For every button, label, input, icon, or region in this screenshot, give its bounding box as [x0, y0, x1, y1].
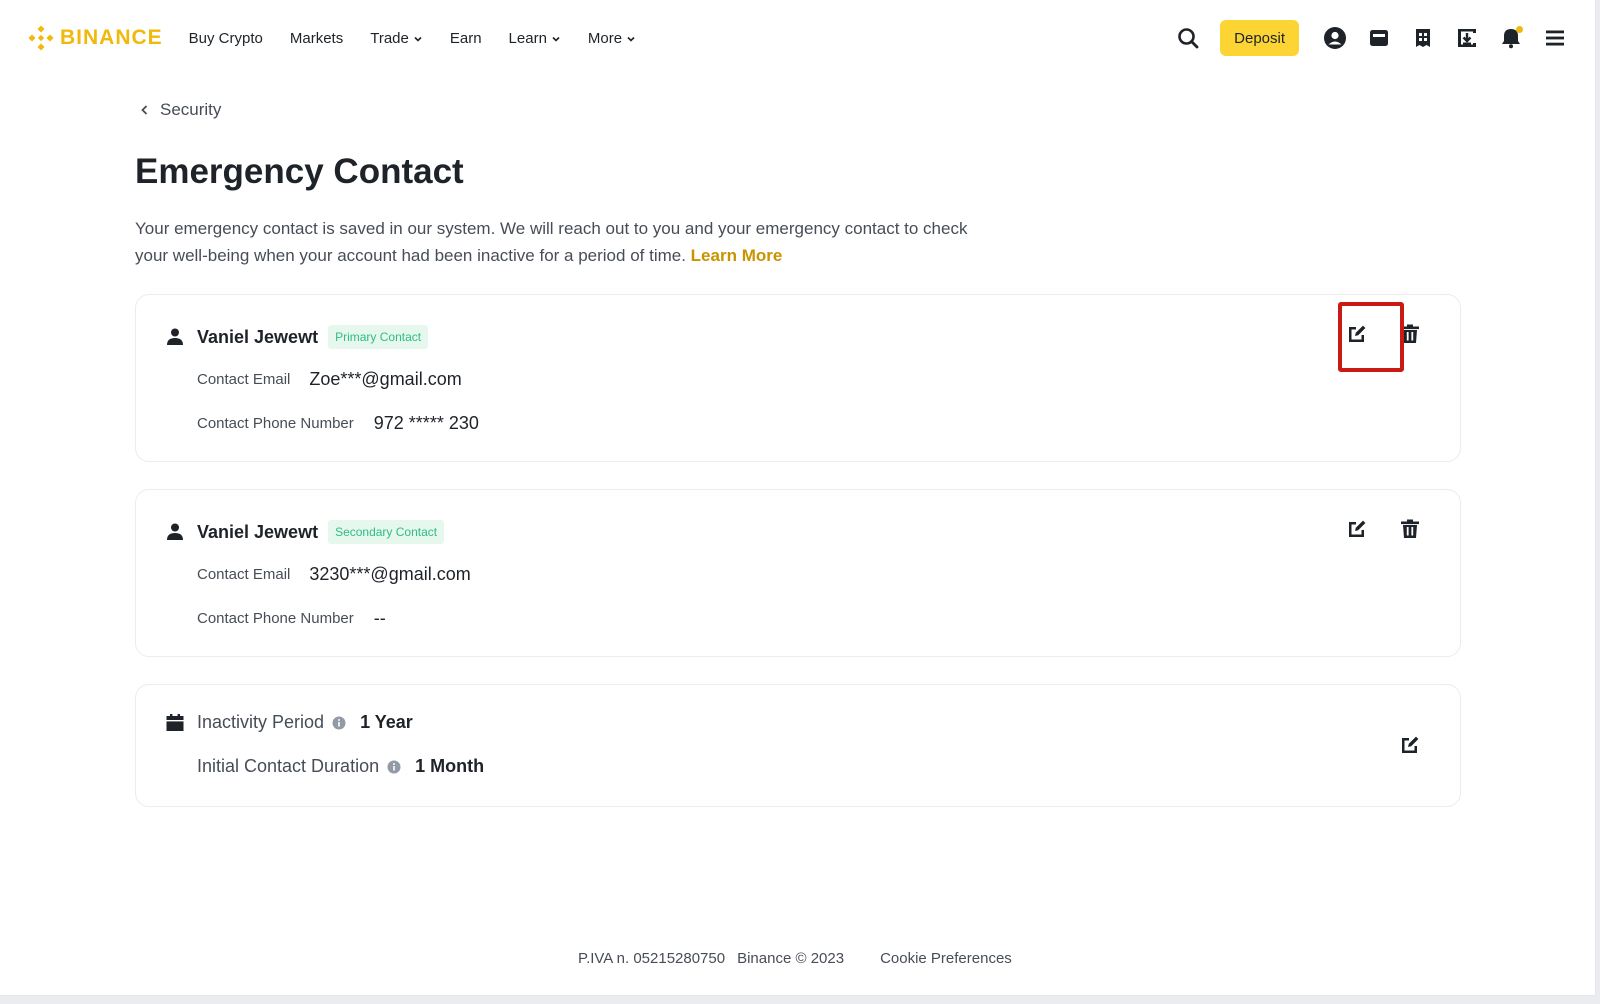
phone-value: --	[373, 608, 386, 628]
calendar-icon	[166, 713, 184, 731]
notification-dot	[1516, 26, 1523, 33]
contact-name: Vaniel Jewewt	[197, 326, 319, 347]
info-icon[interactable]	[387, 760, 401, 774]
initial-contact-duration-row: Initial Contact Duration 1 Month	[197, 756, 484, 777]
edit-contact-button[interactable]	[1343, 320, 1371, 348]
chevron-left-icon	[141, 105, 148, 115]
secondary-contact-card: Vaniel Jewewt Secondary Contact Contact …	[135, 489, 1461, 657]
phone-row: Contact Phone Number 972 ***** 230	[197, 413, 479, 434]
brand-name: BINANCE	[60, 26, 163, 49]
nav-learn[interactable]: Learn	[509, 30, 561, 47]
person-icon	[167, 523, 183, 540]
chevron-down-icon	[627, 36, 635, 42]
delete-contact-button[interactable]	[1396, 515, 1424, 543]
nav-label: Trade	[370, 29, 409, 47]
footer-copyright: Binance © 2023	[737, 950, 845, 967]
edit-icon	[1349, 520, 1366, 537]
phone-value: 972 ***** 230	[373, 413, 479, 433]
email-value: 3230***@gmail.com	[309, 564, 471, 584]
phone-label: Contact Phone Number	[197, 415, 354, 432]
footer-piva: P.IVA n. 05215280750	[578, 950, 726, 967]
nav-more[interactable]: More	[588, 30, 636, 47]
search-icon[interactable]	[1176, 26, 1200, 50]
main-nav: Buy Crypto Markets Trade Earn Learn More	[189, 30, 663, 47]
description-text: Your emergency contact is saved in our s…	[135, 219, 968, 265]
deposit-button[interactable]: Deposit	[1220, 20, 1299, 56]
phone-row: Contact Phone Number --	[197, 608, 386, 629]
nav-markets[interactable]: Markets	[290, 30, 343, 47]
inactivity-period-value: 1 Year	[360, 712, 413, 732]
edit-contact-button[interactable]	[1343, 515, 1371, 543]
orders-icon[interactable]	[1411, 26, 1435, 50]
trash-icon	[1401, 519, 1419, 538]
page-frame: BINANCE Buy Crypto Markets Trade Earn Le…	[0, 0, 1596, 996]
info-icon[interactable]	[332, 716, 346, 730]
binance-logo-icon	[28, 25, 54, 51]
nav-label: Markets	[289, 29, 344, 47]
nav-label: Earn	[449, 29, 482, 47]
footer: P.IVA n. 05215280750 Binance © 2023 Cook…	[578, 950, 1012, 967]
contact-name: Vaniel Jewewt	[197, 521, 319, 542]
nav-trade[interactable]: Trade	[370, 30, 423, 47]
edit-inactivity-button[interactable]	[1396, 731, 1424, 759]
contact-header: Vaniel Jewewt Primary Contact	[165, 325, 429, 349]
chevron-down-icon	[414, 36, 422, 42]
inactivity-card: Inactivity Period 1 Year Initial Contact…	[135, 684, 1461, 807]
top-navigation: BINANCE Buy Crypto Markets Trade Earn Le…	[0, 0, 1595, 76]
wallet-icon[interactable]	[1367, 26, 1391, 50]
phone-label: Contact Phone Number	[197, 610, 354, 627]
email-row: Contact Email Zoe***@gmail.com	[197, 369, 462, 390]
person-icon	[167, 328, 183, 345]
nav-label: Buy Crypto	[188, 29, 263, 47]
inactivity-period-row: Inactivity Period 1 Year	[165, 712, 413, 733]
edit-icon	[1349, 325, 1366, 342]
page-title: Emergency Contact	[135, 152, 464, 191]
bell-icon[interactable]	[1499, 26, 1523, 50]
status-badge: Secondary Contact	[328, 520, 445, 544]
contact-header: Vaniel Jewewt Secondary Contact	[165, 520, 445, 544]
email-row: Contact Email 3230***@gmail.com	[197, 564, 471, 585]
trash-icon	[1401, 324, 1419, 343]
learn-more-link[interactable]: Learn More	[691, 246, 783, 265]
nav-label: More	[587, 29, 623, 47]
nav-label: Learn	[508, 29, 547, 47]
user-icon[interactable]	[1323, 26, 1347, 50]
binance-logo[interactable]: BINANCE	[28, 25, 163, 51]
nav-earn[interactable]: Earn	[450, 30, 482, 47]
download-icon[interactable]	[1455, 26, 1479, 50]
email-value: Zoe***@gmail.com	[309, 369, 462, 389]
initial-contact-duration-value: 1 Month	[415, 756, 485, 776]
status-badge: Primary Contact	[328, 325, 429, 349]
menu-icon[interactable]	[1543, 26, 1567, 50]
email-label: Contact Email	[197, 566, 291, 583]
header-actions: Deposit	[1156, 20, 1567, 56]
breadcrumb-label: Security	[160, 100, 222, 119]
delete-contact-button[interactable]	[1396, 320, 1424, 348]
edit-icon	[1402, 736, 1419, 753]
nav-buy-crypto[interactable]: Buy Crypto	[189, 30, 263, 47]
initial-contact-duration-label: Initial Contact Duration	[197, 756, 380, 776]
inactivity-period-label: Inactivity Period	[197, 712, 325, 732]
primary-contact-card: Vaniel Jewewt Primary Contact Contact Em…	[135, 294, 1461, 462]
page-description: Your emergency contact is saved in our s…	[135, 215, 985, 269]
breadcrumb-back[interactable]: Security	[140, 100, 221, 120]
email-label: Contact Email	[197, 371, 291, 388]
cookie-preferences-link[interactable]: Cookie Preferences	[880, 950, 1012, 967]
chevron-down-icon	[552, 36, 560, 42]
